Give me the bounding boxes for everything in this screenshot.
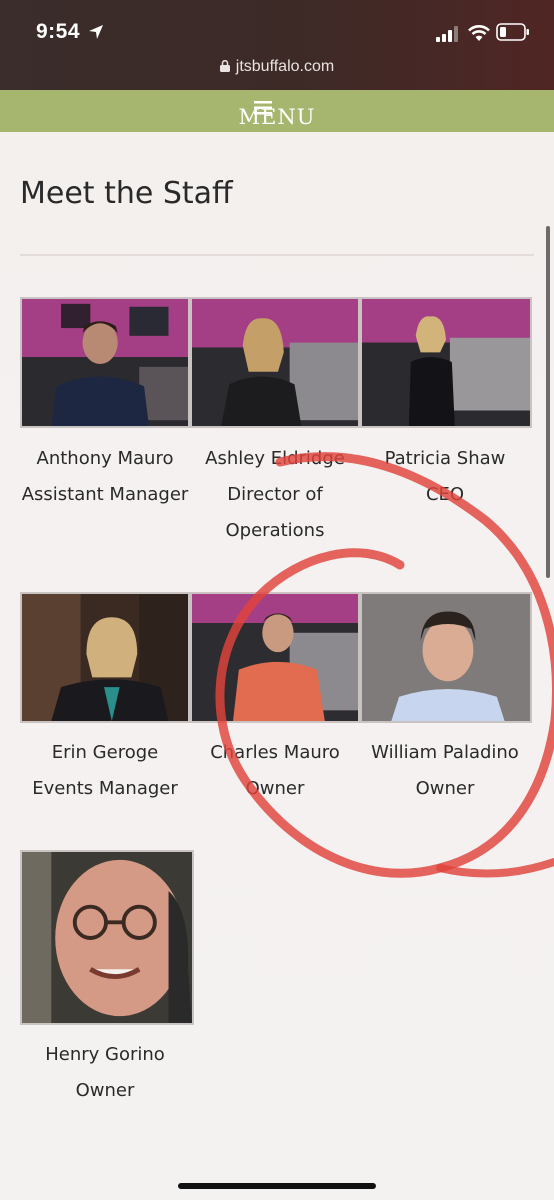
- location-arrow-icon: [89, 25, 103, 39]
- staff-role: Owner: [245, 778, 305, 799]
- staff-photo-charles-mauro: [190, 592, 360, 723]
- staff-photo-william-paladino: [360, 592, 532, 723]
- staff-role: CEO: [425, 484, 465, 505]
- staff-card-patricia-shaw: Patricia Shaw CEO: [360, 441, 530, 513]
- staff-name: Anthony Mauro: [36, 448, 174, 469]
- staff-card-william-paladino: William Paladino Owner: [360, 735, 530, 807]
- lock-icon: [219, 60, 230, 72]
- staff-role: Owner: [75, 1080, 135, 1101]
- staff-card-anthony-mauro: Anthony Mauro Assistant Manager: [20, 441, 190, 513]
- staff-role: Director of: [227, 484, 323, 505]
- staff-role-line-2: Operations: [225, 520, 325, 541]
- title-divider: [20, 254, 534, 256]
- battery-icon: [496, 23, 529, 41]
- staff-role: Assistant Manager: [21, 484, 189, 505]
- staff-name: Henry Gorino: [45, 1044, 165, 1065]
- staff-role: Owner: [415, 778, 475, 799]
- staff-card-erin-geroge: Erin Geroge Events Manager: [20, 735, 190, 807]
- staff-role: Events Manager: [32, 778, 178, 799]
- staff-name: William Paladino: [371, 742, 519, 763]
- staff-photo-anthony-mauro: [20, 297, 190, 428]
- url-bar[interactable]: jtsbuffalo.com: [0, 58, 554, 76]
- staff-name: Ashley Eldridge: [205, 448, 345, 469]
- staff-name: Patricia Shaw: [384, 448, 506, 469]
- staff-card-ashley-eldridge: Ashley Eldridge Director of Operations: [190, 441, 360, 549]
- cellular-signal-icon: [436, 26, 458, 42]
- staff-name: Charles Mauro: [210, 742, 340, 763]
- staff-photo-ashley-eldridge: [190, 297, 360, 428]
- status-time: 9:54: [36, 20, 81, 43]
- status-bar: 9:54 jtsbuffalo.com: [0, 0, 554, 90]
- page-scrollbar[interactable]: [546, 226, 550, 578]
- url-text: jtsbuffalo.com: [235, 58, 335, 75]
- staff-photo-henry-gorino: [20, 850, 194, 1025]
- staff-photo-patricia-shaw: [360, 297, 532, 428]
- staff-name: Erin Geroge: [51, 742, 159, 763]
- staff-card-henry-gorino: Henry Gorino Owner: [20, 1037, 190, 1109]
- staff-photo-erin-geroge: [20, 592, 190, 723]
- wifi-icon: [468, 25, 490, 41]
- page-title: Meet the Staff: [20, 176, 233, 211]
- menu-label[interactable]: MENU: [0, 105, 554, 129]
- home-indicator[interactable]: [178, 1183, 376, 1189]
- staff-card-charles-mauro: Charles Mauro Owner: [190, 735, 360, 807]
